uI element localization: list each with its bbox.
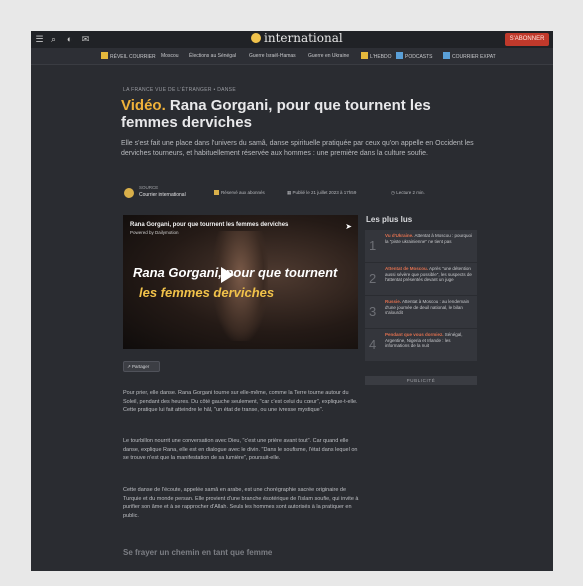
nav-item-israel-hamas[interactable]: Guerre Israël-Hamas bbox=[249, 52, 296, 61]
most-read-number: 2 bbox=[369, 271, 377, 286]
main-nav: RÉVEIL COURRIER Moscou Élections au Séné… bbox=[31, 48, 553, 65]
logo-mark-icon bbox=[251, 33, 261, 43]
reserved-icon bbox=[214, 190, 219, 195]
podcast-icon bbox=[396, 52, 403, 59]
share-button[interactable]: ↗ Partager bbox=[123, 361, 160, 372]
body-paragraph-2: Le tourbillon nourrit une conversation a… bbox=[123, 438, 358, 461]
video-player[interactable]: Rana Gorgani, pour que tournent les femm… bbox=[123, 215, 358, 349]
source-label: SOURCE bbox=[139, 185, 159, 190]
most-read-item[interactable]: 1 Vu d'Ukraine. Attentat à Moscou : pour… bbox=[365, 230, 477, 263]
video-title[interactable]: Rana Gorgani, pour que tournent les femm… bbox=[130, 222, 288, 228]
menu-icon[interactable]: ☰ bbox=[35, 34, 44, 44]
reading-time: ◷ Lecture 2 min. bbox=[391, 190, 425, 195]
video-overlay-line2: les femmes derviches bbox=[139, 285, 275, 300]
article-kicker[interactable]: LA FRANCE VUE DE L'ÉTRANGER • DANSE bbox=[123, 87, 236, 93]
top-bar: ☰ ⌕ ◐ ✉ international S'ABONNER bbox=[31, 31, 553, 48]
video-overlay-line1: Rana Gorgani, pour que tournent bbox=[133, 265, 338, 280]
nav-item-expat[interactable]: COURRIER EXPAT bbox=[443, 52, 496, 61]
browser-page: ☰ ⌕ ◐ ✉ international S'ABONNER RÉVEIL C… bbox=[31, 31, 553, 571]
nav-item-hebdo[interactable]: L'HEBDO bbox=[361, 52, 392, 61]
nav-item-senegal[interactable]: Élections au Sénégal bbox=[189, 52, 236, 61]
most-read-text: Vu d'Ukraine. Attentat à Moscou : pourqu… bbox=[385, 233, 472, 244]
play-icon[interactable] bbox=[221, 267, 234, 283]
most-read-title: Les plus lus bbox=[366, 215, 413, 224]
title-prefix: Vidéo. bbox=[121, 97, 166, 114]
body-paragraph-1: Pour prier, elle danse. Rana Gorgani tou… bbox=[123, 390, 358, 413]
video-byline: Powered by Dailymotion bbox=[130, 230, 179, 235]
article-lede: Elle s'est fait une place dans l'univers… bbox=[121, 140, 474, 157]
reveil-icon bbox=[101, 52, 108, 59]
section-subhead: Se frayer un chemin en tant que femme bbox=[123, 548, 273, 557]
source-name[interactable]: Courrier international bbox=[139, 192, 186, 198]
site-logo[interactable]: international bbox=[251, 31, 371, 48]
hebdo-icon bbox=[361, 52, 368, 59]
page-title: Vidéo. Rana Gorgani, pour que tournent l… bbox=[121, 97, 461, 131]
most-read-text: Pendant que vous dormiez. Sénégal, Argen… bbox=[385, 332, 463, 348]
most-read-number: 3 bbox=[369, 304, 377, 319]
most-read-number: 1 bbox=[369, 238, 377, 253]
video-share-icon[interactable]: ➤ bbox=[345, 222, 352, 231]
ad-label: PUBLICITÉ bbox=[365, 376, 477, 385]
body-paragraph-3: Cette danse de l'écoute, appelée samâ en… bbox=[123, 487, 359, 519]
nav-item-ukraine[interactable]: Guerre en Ukraine bbox=[308, 52, 349, 61]
most-read-item[interactable]: 4 Pendant que vous dormiez. Sénégal, Arg… bbox=[365, 329, 477, 362]
most-read-number: 4 bbox=[369, 337, 377, 352]
mail-icon[interactable]: ✉ bbox=[81, 34, 90, 44]
nav-item-podcasts[interactable]: PODCASTS bbox=[396, 52, 433, 61]
logo-text: international bbox=[264, 31, 343, 45]
nav-item-reveil[interactable]: RÉVEIL COURRIER bbox=[101, 52, 156, 61]
contrast-icon[interactable]: ◐ bbox=[65, 34, 74, 44]
most-read-item[interactable]: 3 Russie. Attentat à Moscou : au lendema… bbox=[365, 296, 477, 329]
most-read-text: Russie. Attentat à Moscou : au lendemain… bbox=[385, 299, 470, 315]
source-logo-icon bbox=[124, 188, 134, 198]
reserved-badge: Réservé aux abonnés bbox=[214, 190, 265, 195]
title-text: Rana Gorgani, pour que tournent les femm… bbox=[121, 97, 431, 131]
published-date: ▦ Publié le 21 juillet 2023 à 17h59 bbox=[287, 190, 357, 195]
nav-item-moscou[interactable]: Moscou bbox=[161, 52, 179, 61]
most-read-list: 1 Vu d'Ukraine. Attentat à Moscou : pour… bbox=[365, 230, 477, 362]
subscribe-button[interactable]: S'ABONNER bbox=[505, 33, 549, 46]
expat-icon bbox=[443, 52, 450, 59]
search-icon[interactable]: ⌕ bbox=[49, 34, 58, 44]
most-read-item[interactable]: 2 Attentat de Moscou. Après "une détenti… bbox=[365, 263, 477, 296]
most-read-text: Attentat de Moscou. Après "une détention… bbox=[385, 266, 472, 282]
